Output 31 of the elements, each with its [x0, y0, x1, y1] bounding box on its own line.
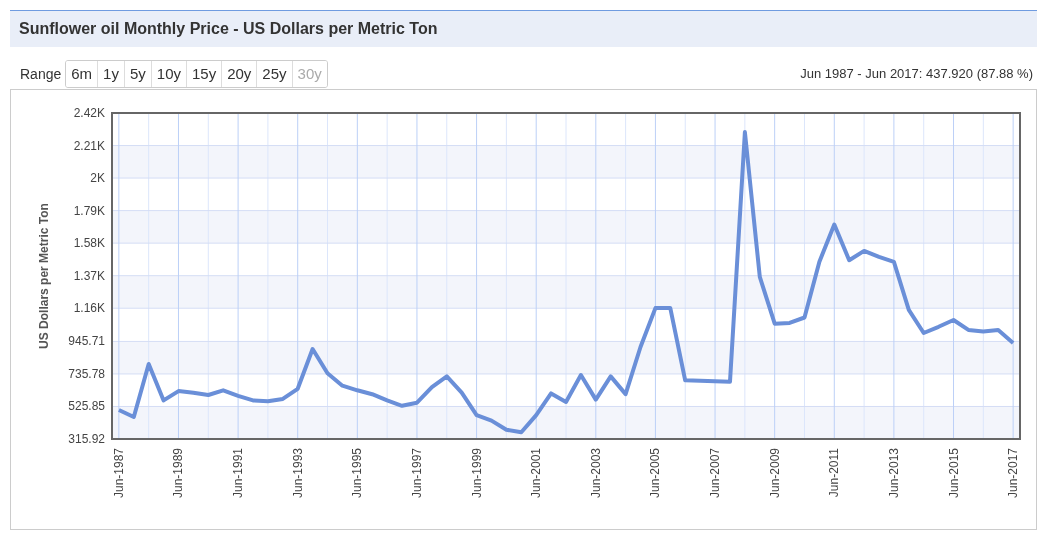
x-tick-label: Jun-2007	[708, 448, 723, 499]
x-tick-label: Jun-2009	[767, 448, 782, 499]
x-tick-label: Jun-2005	[648, 448, 663, 499]
y-tick-label: 1.79K	[73, 203, 105, 218]
x-tick-label: Jun-1997	[409, 448, 424, 499]
range-summary: Jun 1987 - Jun 2017: 437.920 (87.88 %)	[800, 65, 1034, 84]
y-tick-label: 1.37K	[73, 268, 105, 283]
y-tick-label: 315.92	[68, 432, 105, 446]
y-tick-label: 2.42K	[73, 106, 105, 120]
x-tick-label: Jun-2015	[946, 448, 961, 499]
y-axis-title: US Dollars per Metric Ton	[37, 203, 51, 349]
y-tick-label: 525.85	[68, 399, 105, 414]
y-tick-label: 2.21K	[73, 138, 105, 153]
x-tick-label: Jun-2013	[886, 448, 901, 499]
range-label: Range	[20, 64, 62, 84]
y-tick-label: 1.16K	[73, 301, 105, 316]
y-tick-label: 2K	[90, 171, 105, 186]
x-tick-label: Jun-1991	[231, 448, 246, 499]
x-tick-label: Jun-2003	[588, 448, 603, 499]
x-tick-label: Jun-1999	[469, 448, 484, 499]
x-tick-label: Jun-2011	[827, 448, 842, 498]
x-tick-label: Jun-1987	[111, 448, 126, 499]
x-tick-label: Jun-1993	[290, 448, 305, 499]
y-tick-label: 735.78	[68, 366, 105, 381]
chart-title: Sunflower oil Monthly Price - US Dollars per Metric Ton	[19, 19, 438, 39]
y-tick-label: 1.58K	[73, 236, 105, 251]
x-tick-label: Jun-1995	[350, 448, 365, 499]
y-tick-label: 945.71	[68, 334, 105, 349]
x-tick-label: Jun-1989	[171, 448, 186, 499]
x-tick-label: Jun-2017	[1006, 448, 1021, 499]
x-tick-label: Jun-2001	[529, 448, 544, 499]
